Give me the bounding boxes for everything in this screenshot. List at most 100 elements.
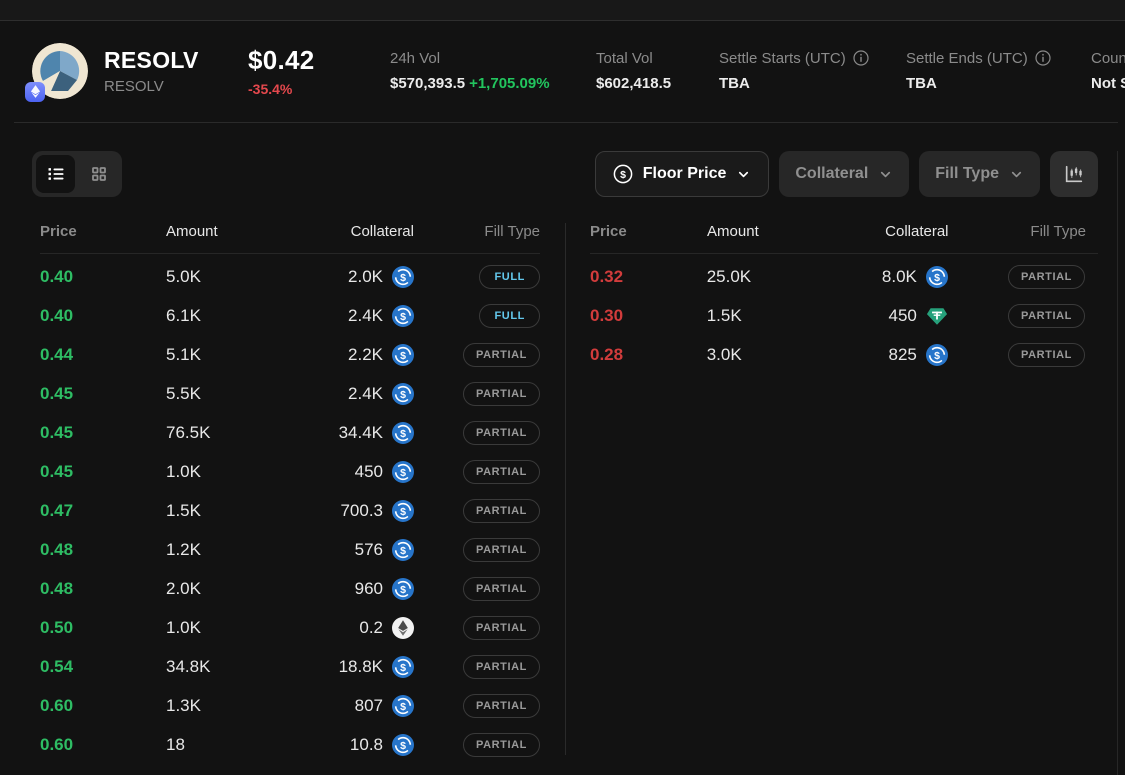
sell-order-row[interactable]: 0.601810.8$PARTIAL (40, 725, 540, 764)
sell-order-row[interactable]: 0.471.5K700.3$PARTIAL (40, 491, 540, 530)
info-icon[interactable] (1035, 50, 1051, 66)
sell-orders-table: Price Amount Collateral Fill Type 0.405.… (40, 223, 540, 755)
token-symbol: RESOLV (104, 78, 234, 95)
sell-order-row[interactable]: 0.406.1K2.4K$FULL (40, 296, 540, 335)
stat-countdown: Countdown Not Started (1091, 50, 1125, 92)
order-collateral: 2.4K$ (286, 305, 414, 327)
token-header: RESOLV RESOLV $0.42 -35.4% 24h Vol $570,… (0, 21, 1125, 122)
fill-type-badge: PARTIAL (463, 382, 540, 406)
order-amount: 5.1K (166, 345, 286, 365)
order-price: 0.28 (590, 345, 707, 365)
token-name: RESOLV (104, 47, 234, 74)
usdc-icon: $ (392, 539, 414, 561)
stat-total-vol: Total Vol $602,418.5 (596, 50, 703, 92)
usdt-icon (926, 305, 948, 327)
table-header: Price Amount Collateral Fill Type (40, 223, 540, 254)
svg-text:$: $ (400, 700, 406, 712)
column-header-price: Price (40, 223, 166, 240)
price-change: -35.4% (248, 81, 340, 97)
column-header-amount: Amount (166, 223, 286, 240)
order-price: 0.32 (590, 267, 707, 287)
svg-text:$: $ (400, 739, 406, 751)
grid-icon (90, 165, 108, 183)
usdc-icon: $ (926, 344, 948, 366)
column-header-fill-type: Fill Type (949, 223, 1098, 240)
order-collateral: 700.3 $ (286, 500, 414, 522)
order-price: 0.44 (40, 345, 166, 365)
order-amount: 34.8K (166, 657, 286, 677)
eth-network-badge-icon (25, 82, 45, 102)
order-amount: 1.0K (166, 462, 286, 482)
fill-type-badge: PARTIAL (463, 694, 540, 718)
svg-text:$: $ (934, 271, 940, 283)
order-price: 0.40 (40, 306, 166, 326)
info-icon[interactable] (853, 50, 869, 66)
chevron-down-icon (878, 167, 893, 182)
column-header-fill-type: Fill Type (414, 223, 540, 240)
svg-text:$: $ (400, 271, 406, 283)
sell-order-row[interactable]: 0.5434.8K18.8K$PARTIAL (40, 647, 540, 686)
column-header-collateral: Collateral (286, 223, 414, 240)
fill-type-badge: PARTIAL (1008, 343, 1085, 367)
order-collateral: 960 $ (286, 578, 414, 600)
fill-type-badge: FULL (479, 304, 540, 328)
sell-order-row[interactable]: 0.405.0K2.0K$FULL (40, 257, 540, 296)
order-amount: 76.5K (166, 423, 286, 443)
order-amount: 25.0K (707, 267, 818, 287)
token-stats: 24h Vol $570,393.5+1,705.09% Total Vol $… (390, 50, 1125, 92)
fill-type-dropdown[interactable]: Fill Type (919, 151, 1040, 197)
order-collateral: 2.4K$ (286, 383, 414, 405)
sell-order-row[interactable]: 0.501.0K0.2PARTIAL (40, 608, 540, 647)
collateral-value: 2.0K (348, 267, 383, 287)
order-collateral: 34.4K$ (286, 422, 414, 444)
collateral-value: 450 (889, 306, 917, 326)
order-amount: 18 (166, 735, 286, 755)
stat-value: $570,393.5 (390, 75, 465, 92)
sell-order-row[interactable]: 0.601.3K807$PARTIAL (40, 686, 540, 725)
sell-order-row[interactable]: 0.451.0K450$PARTIAL (40, 452, 540, 491)
buy-orders-table: Price Amount Collateral Fill Type 0.3225… (565, 223, 1097, 755)
sell-order-row[interactable]: 0.482.0K960$PARTIAL (40, 569, 540, 608)
column-header-collateral: Collateral (819, 223, 949, 240)
header-divider (14, 122, 1118, 123)
collateral-value: 700.3 (340, 501, 383, 521)
order-collateral: 825$ (818, 344, 948, 366)
sell-order-row[interactable]: 0.455.5K2.4K$PARTIAL (40, 374, 540, 413)
stat-settle-starts: Settle Starts (UTC) TBA (719, 50, 890, 92)
list-view-button[interactable] (36, 155, 75, 193)
buy-order-row[interactable]: 0.3225.0K8.0K$PARTIAL (590, 257, 1097, 296)
buy-order-row[interactable]: 0.301.5K450PARTIAL (590, 296, 1097, 335)
svg-text:$: $ (400, 544, 406, 556)
collateral-value: 8.0K (882, 267, 917, 287)
floor-price-dropdown[interactable]: $ Floor Price (595, 151, 770, 197)
stat-label: Settle Starts (UTC) (719, 50, 846, 67)
sell-order-row[interactable]: 0.481.2K576$PARTIAL (40, 530, 540, 569)
order-amount: 5.0K (166, 267, 286, 287)
order-price: 0.48 (40, 579, 166, 599)
collateral-dropdown[interactable]: Collateral (779, 151, 909, 197)
svg-text:$: $ (400, 505, 406, 517)
collateral-value: 960 (355, 579, 383, 599)
usdc-icon: $ (392, 734, 414, 756)
depth-chart-button[interactable] (1050, 151, 1098, 197)
sell-order-row[interactable]: 0.4576.5K34.4K$PARTIAL (40, 413, 540, 452)
order-price: 0.54 (40, 657, 166, 677)
stat-value: TBA (719, 75, 890, 92)
token-price: $0.42 (248, 45, 340, 76)
app-window: RESOLV RESOLV $0.42 -35.4% 24h Vol $570,… (0, 0, 1125, 775)
buy-order-row[interactable]: 0.283.0K825$PARTIAL (590, 335, 1097, 374)
order-price: 0.60 (40, 735, 166, 755)
collateral-value: 807 (355, 696, 383, 716)
fill-type-badge: PARTIAL (463, 577, 540, 601)
order-amount: 1.5K (707, 306, 818, 326)
usdc-icon: $ (392, 461, 414, 483)
usdc-icon: $ (392, 656, 414, 678)
order-collateral: 450 (818, 305, 948, 327)
order-price: 0.40 (40, 267, 166, 287)
order-amount: 1.2K (166, 540, 286, 560)
usdc-icon: $ (392, 578, 414, 600)
eth-icon (392, 617, 414, 639)
sell-order-row[interactable]: 0.445.1K2.2K$PARTIAL (40, 335, 540, 374)
grid-view-button[interactable] (79, 155, 118, 193)
collateral-value: 10.8 (350, 735, 383, 755)
